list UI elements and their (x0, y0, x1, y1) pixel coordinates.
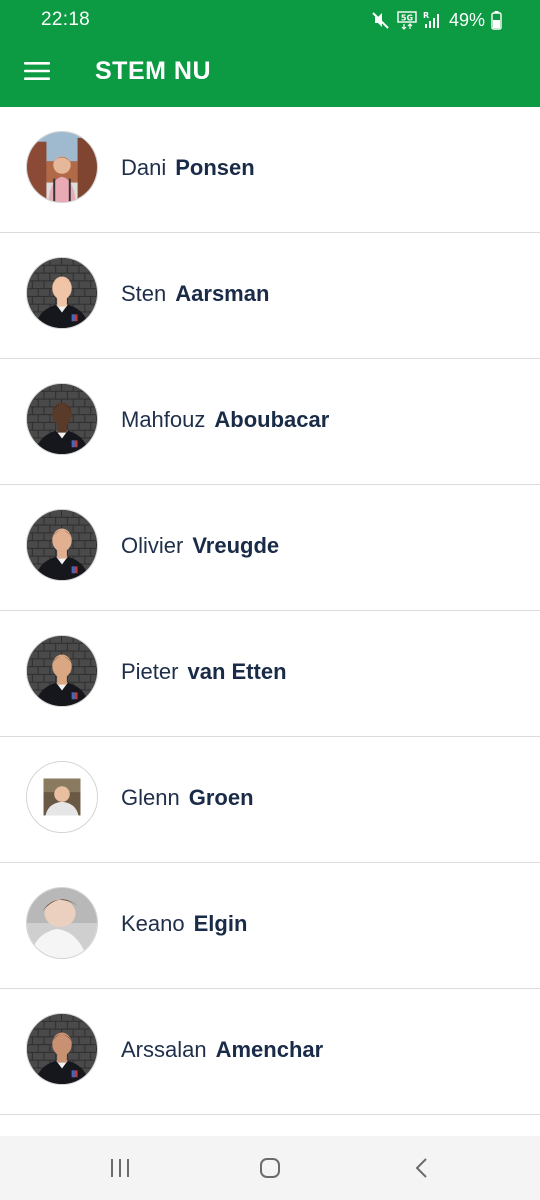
mute-icon (371, 10, 391, 30)
player-name: Dani Ponsen (121, 155, 255, 181)
hamburger-menu-icon (24, 62, 50, 80)
player-name: Sten Aarsman (121, 281, 269, 307)
player-avatar (26, 761, 98, 833)
player-name: Arssalan Amenchar (121, 1037, 323, 1063)
battery-icon (491, 10, 502, 30)
player-first-name: Sten (121, 281, 167, 306)
top-bar: 22:18 5G R 49% STEM NU (0, 0, 540, 107)
player-list-item[interactable]: Olivier Vreugde (0, 485, 540, 611)
5g-icon: 5G (397, 10, 417, 30)
player-last-name: van Etten (187, 659, 287, 684)
player-first-name: Keano (121, 911, 185, 936)
player-avatar (26, 383, 98, 455)
player-list-item[interactable]: Dani Ponsen (0, 107, 540, 233)
player-name: Glenn Groen (121, 785, 254, 811)
status-time: 22:18 (41, 9, 91, 30)
player-avatar (26, 257, 98, 329)
back-button[interactable] (407, 1153, 437, 1183)
screen: 22:18 5G R 49% STEM NU Dani Ponsen Sten … (0, 0, 540, 1200)
app-bar: STEM NU (0, 40, 540, 107)
player-name: Pieter van Etten (121, 659, 287, 685)
player-list-item[interactable]: Pieter van Etten (0, 611, 540, 737)
player-list-item[interactable]: Arssalan Amenchar (0, 989, 540, 1115)
player-first-name: Glenn (121, 785, 180, 810)
player-first-name: Arssalan (121, 1037, 207, 1062)
player-name: Keano Elgin (121, 911, 247, 937)
player-list-item[interactable]: Sten Aarsman (0, 233, 540, 359)
svg-text:R: R (423, 11, 429, 20)
player-first-name: Olivier (121, 533, 184, 558)
player-list-item[interactable]: Glenn Groen (0, 737, 540, 863)
home-icon (260, 1158, 280, 1178)
player-avatar (26, 131, 98, 203)
player-last-name: Aboubacar (214, 407, 330, 432)
player-first-name: Mahfouz (121, 407, 206, 432)
home-button[interactable] (255, 1153, 285, 1183)
player-first-name: Pieter (121, 659, 179, 684)
player-last-name: Vreugde (192, 533, 280, 558)
back-icon (415, 1158, 427, 1178)
menu-button[interactable] (14, 48, 60, 94)
battery-percent: 49% (448, 9, 485, 30)
player-name: Olivier Vreugde (121, 533, 279, 559)
player-last-name: Aarsman (175, 281, 270, 306)
navigation-bar (0, 1136, 540, 1200)
recent-apps-button[interactable] (105, 1153, 135, 1183)
svg-text:5G: 5G (401, 14, 413, 23)
player-first-name: Dani (121, 155, 167, 180)
recent-apps-icon (111, 1159, 129, 1177)
status-bar: 22:18 5G R 49% (0, 0, 540, 40)
player-list-item[interactable]: Mahfouz Aboubacar (0, 359, 540, 485)
player-last-name: Ponsen (175, 155, 255, 180)
player-avatar (26, 1013, 98, 1085)
signal-icon: R (423, 10, 441, 30)
app-title: STEM NU (95, 57, 211, 85)
player-list-item[interactable]: Keano Elgin (0, 863, 540, 989)
status-icons: 5G R 49% (371, 8, 502, 32)
player-list: Dani Ponsen Sten Aarsman Mahfouz Aboubacar … (0, 107, 540, 1115)
player-last-name: Groen (188, 785, 254, 810)
player-last-name: Amenchar (215, 1037, 324, 1062)
player-avatar (26, 887, 98, 959)
player-avatar (26, 635, 98, 707)
player-name: Mahfouz Aboubacar (121, 407, 329, 433)
player-avatar (26, 509, 98, 581)
player-last-name: Elgin (193, 911, 248, 936)
